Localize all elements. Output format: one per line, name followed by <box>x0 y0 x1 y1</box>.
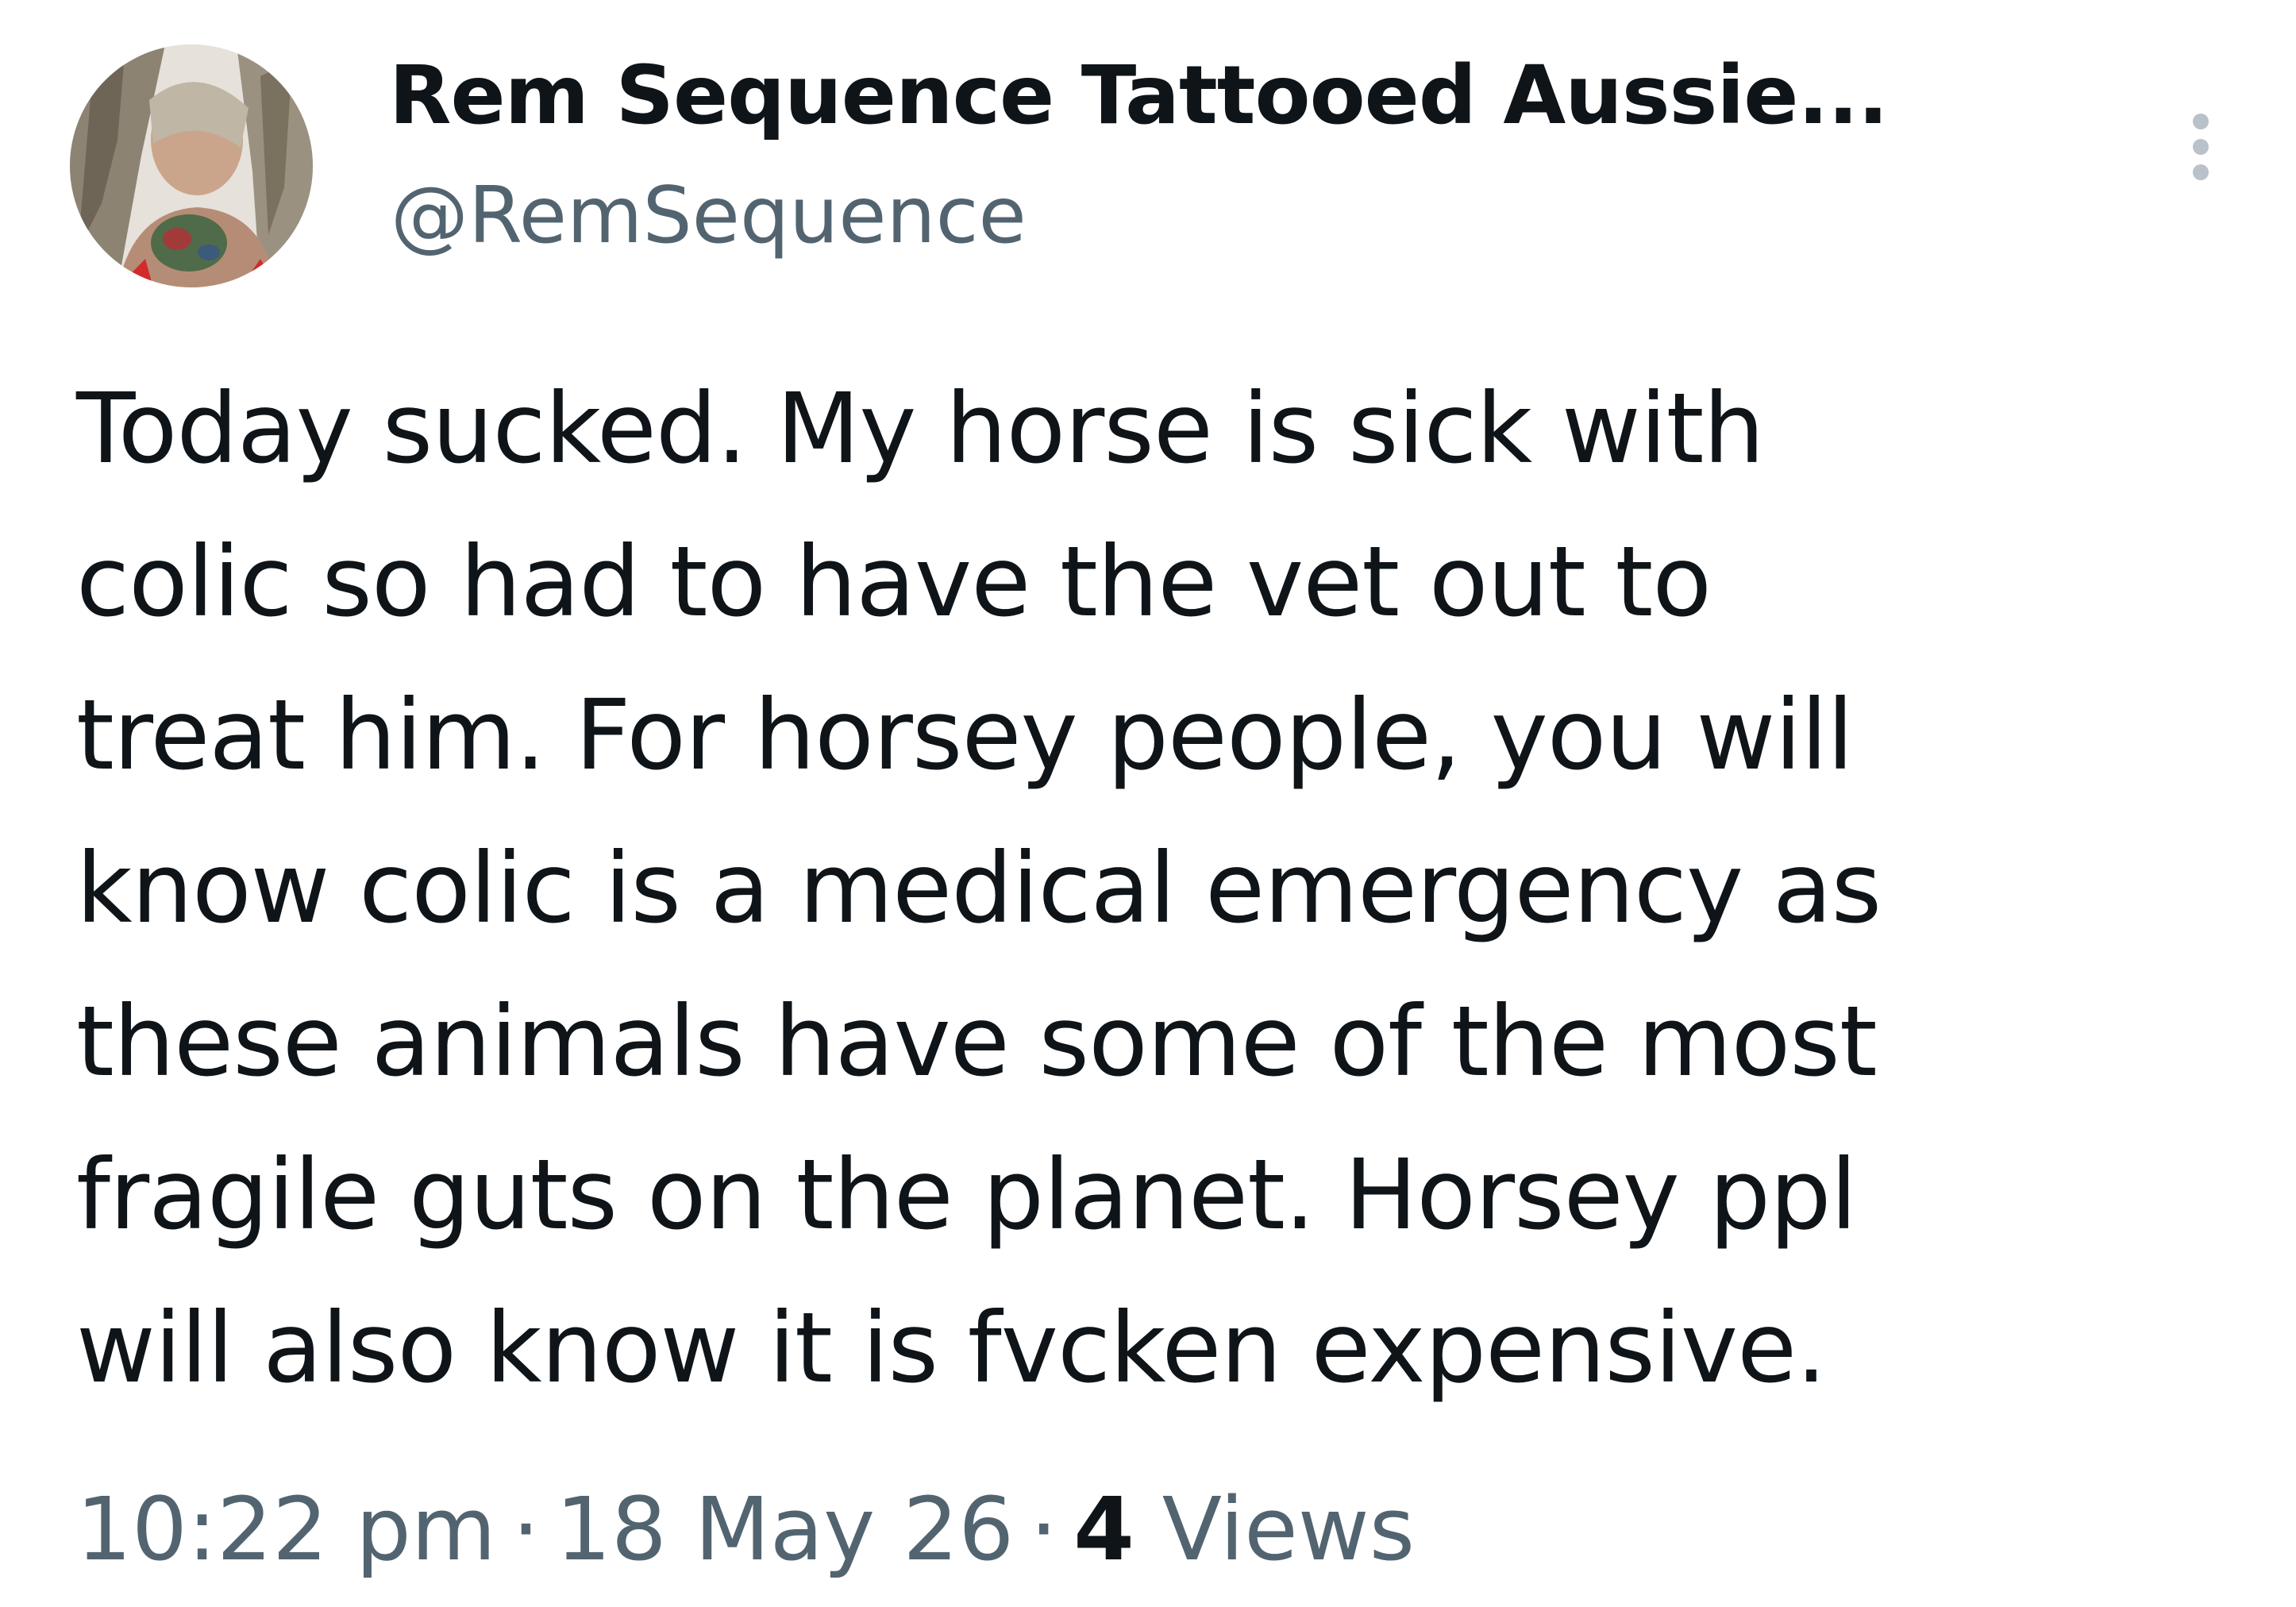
tweet-text: Today sucked. My horse is sick with coli… <box>76 372 1882 1405</box>
avatar[interactable] <box>70 44 313 287</box>
meta-separator: · <box>1030 1478 1058 1580</box>
meta-separator: · <box>511 1478 540 1580</box>
vertical-ellipsis-icon <box>2193 164 2209 180</box>
more-options-button[interactable] <box>2177 95 2225 198</box>
author-handle[interactable]: @RemSequence <box>391 167 1027 265</box>
vertical-ellipsis-icon <box>2193 139 2209 155</box>
tweet-date[interactable]: 18 May 26 <box>556 1478 1014 1580</box>
tweet-time[interactable]: 10:22 pm <box>76 1478 496 1580</box>
tweet-card: Rem Sequence Tattooed Aussie... @RemSequ… <box>0 0 2296 1607</box>
views-count[interactable]: 4 <box>1073 1478 1135 1580</box>
author-display-name[interactable]: Rem Sequence Tattooed Aussie... <box>389 44 1889 148</box>
vertical-ellipsis-icon <box>2193 114 2209 129</box>
views-label: Views <box>1161 1478 1416 1580</box>
avatar-image <box>70 44 313 287</box>
tweet-meta: 10:22 pm · 18 May 26 · 4 Views <box>76 1474 1415 1585</box>
